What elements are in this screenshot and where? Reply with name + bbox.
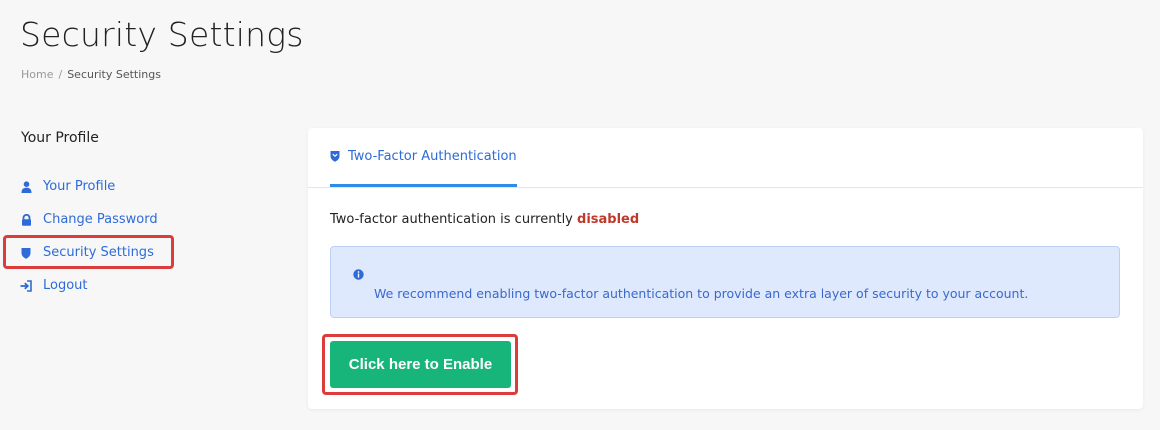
status-value: disabled xyxy=(577,212,640,227)
enable-button-highlight: Click here to Enable xyxy=(322,334,518,395)
tab-label: Two-Factor Authentication xyxy=(348,148,517,164)
sidebar-item-label: Security Settings xyxy=(43,245,154,260)
info-icon xyxy=(353,265,364,284)
settings-card: Two-Factor Authentication Two-factor aut… xyxy=(308,128,1143,409)
lock-icon xyxy=(20,213,32,226)
sidebar-item-security-settings[interactable]: Security Settings xyxy=(3,235,174,269)
sidebar-item-your-profile[interactable]: Your Profile xyxy=(20,170,158,203)
enable-two-factor-button[interactable]: Click here to Enable xyxy=(330,341,511,388)
two-factor-status: Two-factor authentication is currently d… xyxy=(330,212,639,227)
logout-icon xyxy=(20,279,32,292)
breadcrumb-home[interactable]: Home xyxy=(21,68,53,81)
sidebar-heading: Your Profile xyxy=(21,130,99,146)
page-title: Security Settings xyxy=(20,15,304,54)
shield-icon xyxy=(330,150,340,162)
tab-two-factor-authentication[interactable]: Two-Factor Authentication xyxy=(330,128,517,187)
alert-text: We recommend enabling two-factor authent… xyxy=(374,286,1029,301)
sidebar-item-label: Your Profile xyxy=(43,179,116,194)
info-alert: We recommend enabling two-factor authent… xyxy=(330,246,1120,318)
sidebar-nav: Your Profile Change Password Security Se… xyxy=(3,170,174,302)
sidebar-item-label: Logout xyxy=(43,278,88,293)
user-icon xyxy=(20,180,32,193)
sidebar-item-logout[interactable]: Logout xyxy=(20,269,158,302)
card-tabs: Two-Factor Authentication xyxy=(308,128,1143,188)
sidebar-item-change-password[interactable]: Change Password xyxy=(20,203,158,236)
sidebar-item-label: Change Password xyxy=(43,212,158,227)
breadcrumb-current: Security Settings xyxy=(67,68,161,81)
breadcrumb: Home / Security Settings xyxy=(21,68,161,81)
shield-icon xyxy=(20,247,32,259)
breadcrumb-separator: / xyxy=(58,68,63,81)
status-prefix: Two-factor authentication is currently xyxy=(330,212,578,227)
